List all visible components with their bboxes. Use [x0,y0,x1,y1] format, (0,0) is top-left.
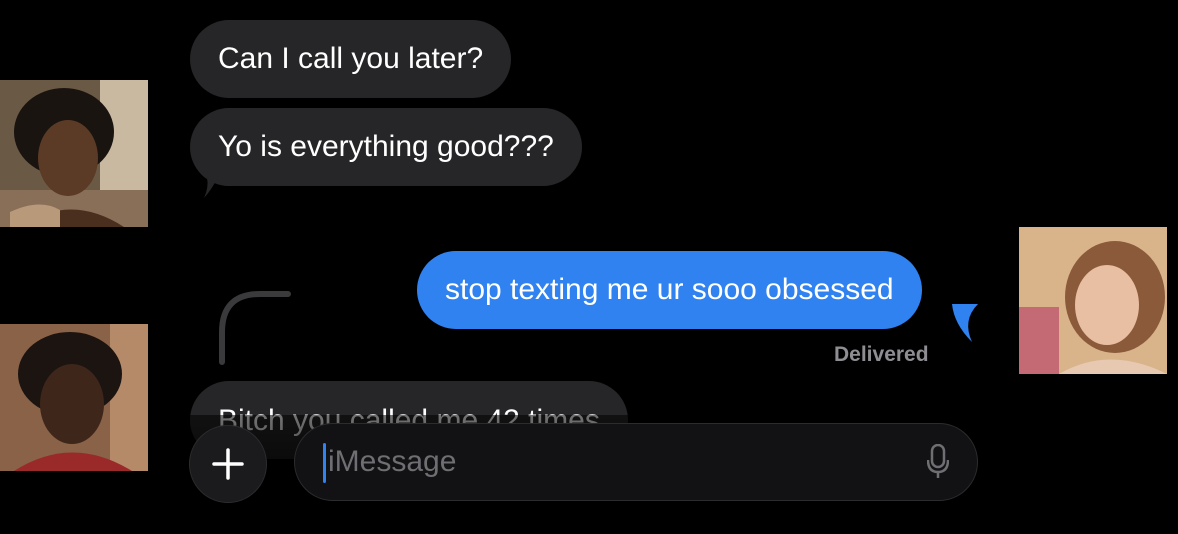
message-text: Can I call you later? [218,42,484,75]
recipient-avatar-photo [1019,227,1167,374]
message-input-placeholder: iMessage [328,445,457,478]
incoming-message-bubble[interactable]: Can I call you later? [190,20,512,98]
message-text: stop texting me ur sooo obsessed [445,273,894,306]
sender-avatar-photo [0,80,148,227]
plus-icon [212,448,244,480]
message-input[interactable]: iMessage [294,423,978,501]
add-attachment-button[interactable] [189,425,267,503]
text-cursor [323,443,326,483]
reply-thread-connector [219,291,291,365]
microphone-icon[interactable] [927,444,949,480]
bubble-tail [196,160,222,198]
outgoing-message-bubble[interactable]: stop texting me ur sooo obsessed [417,251,922,329]
sender-avatar-photo [0,324,148,471]
delivery-status: Delivered [834,343,929,366]
message-text: Yo is everything good??? [218,130,554,163]
bubble-tail [952,304,978,342]
incoming-message-bubble[interactable]: Yo is everything good??? [190,108,582,186]
